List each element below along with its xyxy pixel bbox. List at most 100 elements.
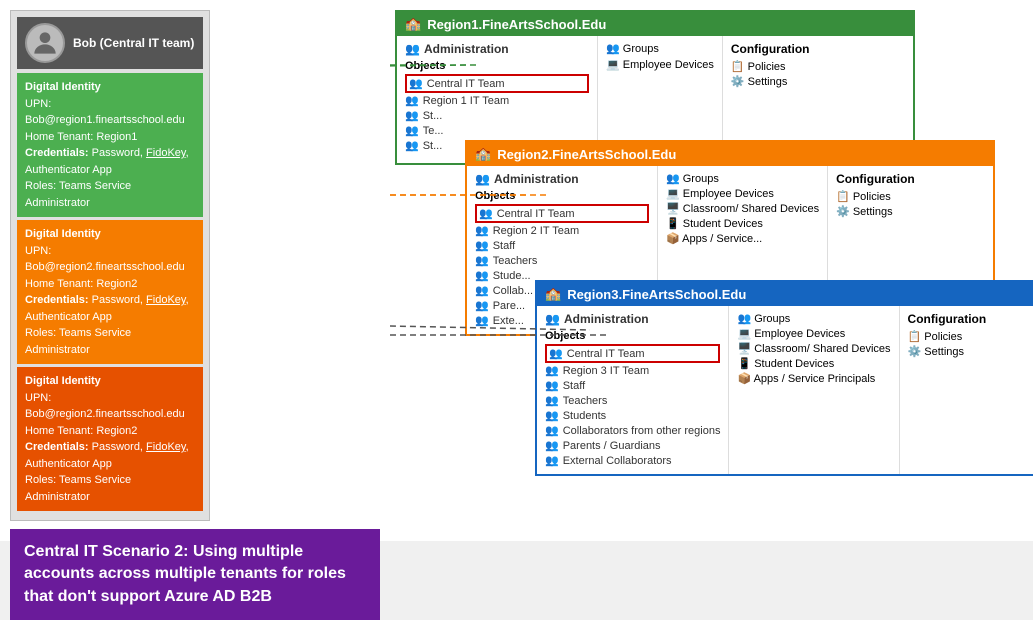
tenant2-obj-1: 👥 Region 2 IT Team xyxy=(475,223,649,238)
devices-icon: 💻 xyxy=(606,59,620,71)
user-name: Bob (Central IT team) xyxy=(73,36,194,50)
tenant2-config-label: Configuration xyxy=(836,172,919,186)
t2-settings: ⚙️ Settings xyxy=(836,205,919,218)
identity-roles-1: Roles: Teams Service Administrator xyxy=(25,178,195,211)
identity-card-2: Digital Identity UPN: Bob@region2.finear… xyxy=(17,220,203,364)
tenant1-title: Region1.FineArtsSchool.Edu xyxy=(427,17,606,32)
tenant3-admin-header: 👥 Administration xyxy=(545,312,720,326)
tenant1-policies: 📋 Policies xyxy=(731,60,814,73)
identity-label-2: Digital Identity xyxy=(25,226,195,243)
tenant1-obj-1: 👥 Region 1 IT Team xyxy=(405,93,589,108)
tenant1-obj-0: 👥 Central IT Team xyxy=(405,74,589,93)
t3-emp-dev: 💻 Employee Devices xyxy=(737,327,890,340)
identity-upn-1: UPN: Bob@region1.fineartsschool.edu xyxy=(25,96,195,129)
tenant3-obj-2: 👥 Staff xyxy=(545,378,720,393)
identity-home-2: Home Tenant: Region2 xyxy=(25,276,195,293)
obj-icon-3d: 👥 xyxy=(545,394,559,407)
obj-icon-2: 👥 xyxy=(479,207,493,220)
tenant2-obj-2: 👥 Staff xyxy=(475,238,649,253)
tenant3-config: Configuration 📋 Policies ⚙️ Settings xyxy=(899,306,999,474)
obj-icon-3c: 👥 xyxy=(545,379,559,392)
tenant1-obj-3: 👥 Te... xyxy=(405,123,589,138)
t3-policies: 📋 Policies xyxy=(908,330,991,343)
identity-label-3: Digital Identity xyxy=(25,373,195,390)
tenant1-header: 🏫 Region1.FineArtsSchool.Edu xyxy=(397,12,913,36)
t2-policies: 📋 Policies xyxy=(836,190,919,203)
identity-card-1: Digital Identity UPN: Bob@region1.finear… xyxy=(17,73,203,217)
tenant2-admin-header: 👥 Administration xyxy=(475,172,649,186)
tenant3-icon: 🏫 xyxy=(545,286,561,302)
t3-groups: 👥 Groups xyxy=(737,312,890,325)
obj-icon: 👥 xyxy=(405,109,419,122)
tenant1-obj-label: Objects xyxy=(405,60,589,72)
identity-roles-3: Roles: Teams Service Administrator xyxy=(25,472,195,505)
t3-class-dev: 🖥️ Classroom/ Shared Devices xyxy=(737,342,890,355)
t3-settings: ⚙️ Settings xyxy=(908,345,991,358)
t3-stud-dev: 📱 Student Devices xyxy=(737,357,890,370)
obj-icon: 👥 xyxy=(405,124,419,137)
groups-icon: 👥 xyxy=(606,43,620,55)
admin-icon-2: 👥 xyxy=(475,172,490,186)
obj-icon-2b: 👥 xyxy=(475,224,489,237)
avatar xyxy=(25,23,65,63)
obj-icon-2f: 👥 xyxy=(475,284,489,297)
identity-home-3: Home Tenant: Region2 xyxy=(25,423,195,440)
obj-icon-3g: 👥 xyxy=(545,439,559,452)
admin-icon-3: 👥 xyxy=(545,312,560,326)
tenant3-obj-6: 👥 Parents / Guardians xyxy=(545,438,720,453)
tenant1-emp-devices: 💻 Employee Devices xyxy=(606,58,714,71)
identity-card-3: Digital Identity UPN: Bob@region2.finear… xyxy=(17,367,203,511)
tenant1-groups: 👥 Groups xyxy=(606,42,714,55)
t2-emp-dev: 💻 Employee Devices xyxy=(666,187,819,200)
obj-icon-2d: 👥 xyxy=(475,254,489,267)
obj-icon-2c: 👥 xyxy=(475,239,489,252)
caption-text: Central IT Scenario 2: Using multiple ac… xyxy=(24,543,346,605)
t2-apps: 📦 Apps / Service... xyxy=(666,232,819,245)
obj-icon-2h: 👥 xyxy=(475,314,489,327)
tenant3-obj-5: 👥 Collaborators from other regions xyxy=(545,423,720,438)
identity-roles-2: Roles: Teams Service Administrator xyxy=(25,325,195,358)
obj-icon: 👥 xyxy=(405,139,419,152)
tenant1-icon: 🏫 xyxy=(405,16,421,32)
identity-home-1: Home Tenant: Region1 xyxy=(25,129,195,146)
tenant3-title: Region3.FineArtsSchool.Edu xyxy=(567,287,746,302)
tenant3-box: 🏫 Region3.FineArtsSchool.Edu 👥 Administr… xyxy=(535,280,1033,476)
identity-label-1: Digital Identity xyxy=(25,79,195,96)
t3-apps: 📦 Apps / Service Principals xyxy=(737,372,890,385)
policy-icon: 📋 xyxy=(731,61,745,73)
tenant2-obj-3: 👥 Teachers xyxy=(475,253,649,268)
tenant2-title: Region2.FineArtsSchool.Edu xyxy=(497,147,676,162)
tenant3-objects: 👥 Administration Objects 👥 Central IT Te… xyxy=(537,306,728,474)
tenant1-objects-header: 👥 Administration xyxy=(405,42,589,56)
tenant3-obj-label: Objects xyxy=(545,330,720,342)
t2-groups: 👥 Groups xyxy=(666,172,819,185)
tenant2-obj-label: Objects xyxy=(475,190,649,202)
left-panel: Bob (Central IT team) Digital Identity U… xyxy=(0,0,390,541)
tenant1-config-label: Configuration xyxy=(731,42,814,56)
obj-icon-3f: 👥 xyxy=(545,424,559,437)
obj-icon-3b: 👥 xyxy=(545,364,559,377)
tenant3-obj-0: 👥 Central IT Team xyxy=(545,344,720,363)
tenant3-obj-3: 👥 Teachers xyxy=(545,393,720,408)
tenant1-obj-2: 👥 St... xyxy=(405,108,589,123)
identity-creds-3: Credentials: Password, FidoKey, Authenti… xyxy=(25,439,195,472)
caption-box: Central IT Scenario 2: Using multiple ac… xyxy=(10,529,380,620)
tenant1-settings: ⚙️ Settings xyxy=(731,75,814,88)
tenant3-admin-items: 👥 Groups 💻 Employee Devices 🖥️ Classroom… xyxy=(728,306,898,474)
identity-upn-3: UPN: Bob@region2.fineartsschool.edu xyxy=(25,390,195,423)
obj-icon-3h: 👥 xyxy=(545,454,559,467)
tenant2-header: 🏫 Region2.FineArtsSchool.Edu xyxy=(467,142,993,166)
identity-creds-2: Credentials: Password, FidoKey, Authenti… xyxy=(25,292,195,325)
admin-icon: 👥 xyxy=(405,42,420,56)
tenant3-config-label: Configuration xyxy=(908,312,991,326)
tenant2-icon: 🏫 xyxy=(475,146,491,162)
user-section: Bob (Central IT team) Digital Identity U… xyxy=(10,10,380,521)
obj-icon: 👥 xyxy=(405,94,419,107)
t2-stud-dev: 📱 Student Devices xyxy=(666,217,819,230)
identity-upn-2: UPN: Bob@region2.fineartsschool.edu xyxy=(25,243,195,276)
identity-creds-1: Credentials: Password, FidoKey, Authenti… xyxy=(25,145,195,178)
tenant3-obj-7: 👥 External Collaborators xyxy=(545,453,720,468)
tenant3-obj-1: 👥 Region 3 IT Team xyxy=(545,363,720,378)
obj-icon-2e: 👥 xyxy=(475,269,489,282)
right-panel: 🏫 Region1.FineArtsSchool.Edu 👥 Administr… xyxy=(390,0,1033,541)
